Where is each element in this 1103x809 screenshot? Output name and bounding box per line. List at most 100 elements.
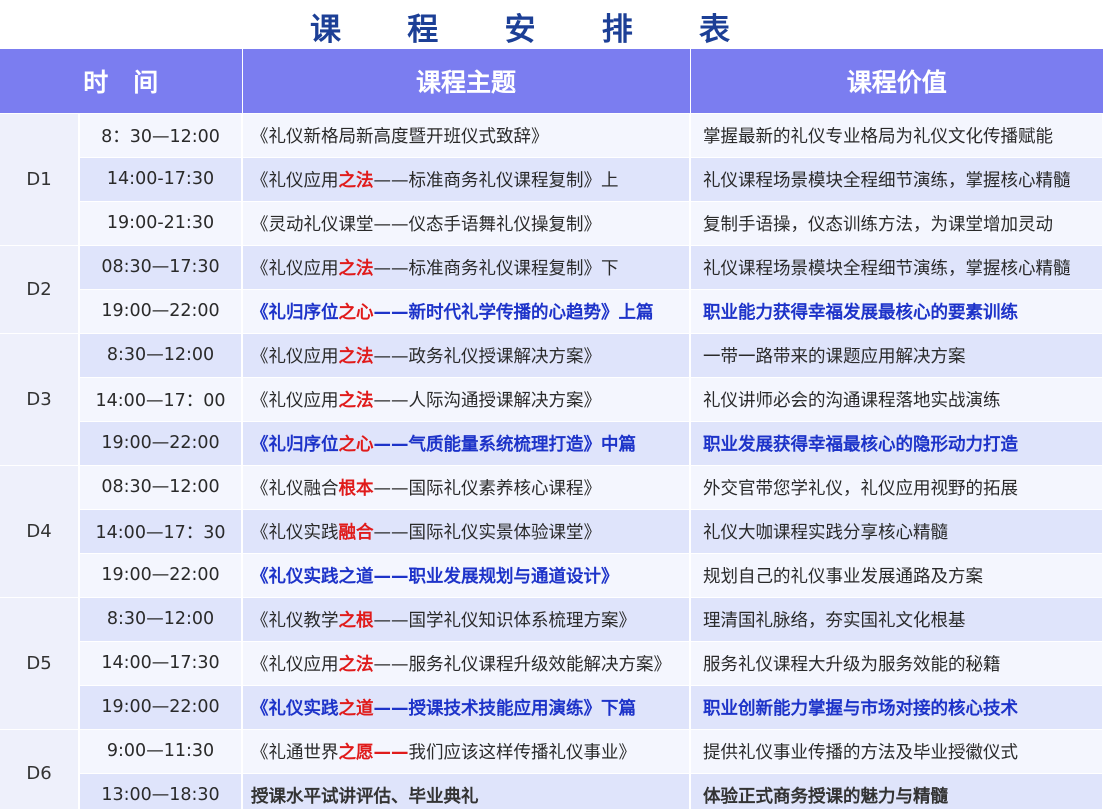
topic-cell: 《礼通世界之愿——我们应该这样传播礼仪事业》 (242, 728, 692, 774)
topic-text: 《礼仪融合 (251, 478, 339, 499)
topic-text-tail: ——标准商务礼仪课程复制》上 (373, 170, 619, 191)
topic-cell: 《礼仪实践融合——国际礼仪实景体验课堂》 (242, 508, 692, 554)
topic-highlight: 之根 (338, 610, 374, 631)
time-cell: 14:00—17：30 (79, 508, 244, 554)
topic-text: 《礼仪应用 (251, 390, 339, 411)
topic-text-tail: ——国际礼仪素养核心课程》 (373, 478, 602, 499)
time-cell: 19:00—22:00 (79, 420, 244, 466)
topic-text-tail: ——国际礼仪实景体验课堂》 (373, 522, 602, 543)
table-row: D2 08:30—17:30 《礼仪应用之法——标准商务礼仪课程复制》下 礼仪课程场景… (0, 244, 1103, 334)
page-title: 课 程 安 排 表 (310, 4, 730, 48)
topic-highlight: 之愿—— (338, 742, 409, 763)
value-cell: 掌握最新的礼仪专业格局为礼仪文化传播赋能 (690, 112, 1103, 158)
value-cell: 外交官带您学礼仪，礼仪应用视野的拓展 (690, 464, 1103, 510)
topic-cell: 《礼仪应用之法——政务礼仪授课解决方案》 (242, 332, 692, 378)
day-label: D4 (0, 464, 80, 598)
time-cell: 19:00—22:00 (79, 552, 244, 598)
topic-text: 《礼通世界 (251, 742, 339, 763)
table-row: D6 9:00—11:30 《礼通世界之愿——我们应该这样传播礼仪事业》 提供礼仪事业… (0, 728, 1103, 809)
topic-highlight: 之法 (338, 346, 374, 367)
title-char: 安 (504, 11, 536, 48)
day-label: D2 (0, 244, 80, 334)
topic-cell: 《礼仪新格局新高度暨开班仪式致辞》 (242, 112, 692, 158)
topic-text: 《礼仪实践之道——职业发展规划与通道设计》 (251, 566, 619, 587)
topic-text: 《礼仪实践 (251, 522, 339, 543)
topic-text-tail: ——政务礼仪授课解决方案》 (373, 346, 602, 367)
header-time: 时 间 (0, 49, 243, 113)
table-row: 19:00—22:00 《礼归序位之心——新时代礼学传播的心趋势》上篇 职业能力获得… (0, 288, 1103, 334)
time-cell: 8:30—12:00 (79, 332, 244, 378)
table-row: 14:00-17:30 《礼仪应用之法——标准商务礼仪课程复制》上 礼仪课程场景模块… (0, 156, 1103, 202)
time-cell: 19:00—22:00 (79, 288, 244, 334)
value-cell: 理清国礼脉络，夯实国礼文化根基 (690, 596, 1103, 642)
topic-cell: 《礼仪应用之法——标准商务礼仪课程复制》下 (242, 244, 692, 290)
topic-text: 《礼仪教学 (251, 610, 339, 631)
topic-text: 《礼仪应用 (251, 654, 339, 675)
table-row: 19:00—22:00 《礼仪实践之道——职业发展规划与通道设计》 规划自己的礼仪事… (0, 552, 1103, 598)
table-row: 14:00—17：30 《礼仪实践融合——国际礼仪实景体验课堂》 礼仪大咖课程实践分… (0, 508, 1103, 554)
topic-highlight: 之道 (338, 698, 374, 719)
table-row: D5 8:30—12:00 《礼仪教学之根——国学礼仪知识体系梳理方案》 理清国礼脉络… (0, 596, 1103, 730)
topic-cell: 《礼归序位之心——新时代礼学传播的心趋势》上篇 (242, 288, 692, 334)
topic-text-tail: 我们应该这样传播礼仪事业》 (408, 742, 637, 763)
value-cell: 提供礼仪事业传播的方法及毕业授徽仪式 (690, 728, 1103, 774)
time-cell: 08:30—17:30 (79, 244, 244, 290)
day-label: D5 (0, 596, 80, 730)
topic-text-tail: ——人际沟通授课解决方案》 (373, 390, 602, 411)
topic-cell: 《礼仪应用之法——服务礼仪课程升级效能解决方案》 (242, 640, 692, 686)
title-char: 课 (310, 11, 341, 48)
topic-cell: 《礼仪应用之法——人际沟通授课解决方案》 (242, 376, 692, 422)
schedule-table: 时 间 课程主题 课程价值 D1 8：30—12:00 《礼仪新格局新高度暨开班仪式… (0, 49, 1103, 809)
value-cell: 职业发展获得幸福最核心的隐形动力打造 (690, 420, 1103, 466)
title-char: 表 (699, 11, 730, 48)
topic-highlight: 之法 (338, 654, 374, 675)
time-cell: 8:30—12:00 (79, 596, 244, 642)
value-cell: 职业能力获得幸福发展最核心的要素训练 (690, 288, 1103, 334)
topic-text: 授课水平试讲评估、毕业典礼 (251, 786, 479, 807)
value-cell: 礼仪课程场景模块全程细节演练，掌握核心精髓 (690, 156, 1103, 202)
topic-highlight: 根本 (338, 478, 374, 499)
topic-highlight: 之法 (338, 258, 374, 279)
topic-cell: 《礼仪实践之道——职业发展规划与通道设计》 (242, 552, 692, 598)
topic-text: 《礼仪应用 (251, 170, 339, 191)
value-cell: 复制手语操，仪态训练方法，为课堂增加灵动 (690, 200, 1103, 246)
time-cell: 14:00—17:30 (79, 640, 244, 686)
title-char: 排 (601, 11, 633, 48)
topic-cell: 《灵动礼仪课堂——仪态手语舞礼仪操复制》 (242, 200, 692, 246)
header-value: 课程价值 (690, 49, 1103, 113)
topic-text-tail: ——新时代礼学传播的心趋势》上篇 (373, 302, 654, 323)
time-cell: 14:00—17：00 (79, 376, 244, 422)
topic-highlight: 之心 (338, 302, 374, 323)
value-cell: 体验正式商务授课的魅力与精髓 (690, 772, 1103, 809)
table-row: 14:00—17:30 《礼仪应用之法——服务礼仪课程升级效能解决方案》 服务礼仪课… (0, 640, 1103, 686)
value-cell: 一带一路带来的课题应用解决方案 (690, 332, 1103, 378)
time-cell: 13:00—18:30 (79, 772, 244, 809)
topic-cell: 《礼仪应用之法——标准商务礼仪课程复制》上 (242, 156, 692, 202)
value-cell: 礼仪讲师必会的沟通课程落地实战演练 (690, 376, 1103, 422)
time-cell: 19:00-21:30 (79, 200, 244, 246)
topic-text-tail: ——气质能量系统梳理打造》中篇 (373, 434, 637, 455)
topic-text-tail: ——服务礼仪课程升级效能解决方案》 (373, 654, 672, 675)
topic-cell: 《礼归序位之心——气质能量系统梳理打造》中篇 (242, 420, 692, 466)
topic-highlight: 之法 (338, 170, 374, 191)
topic-cell: 《礼仪融合根本——国际礼仪素养核心课程》 (242, 464, 692, 510)
value-cell: 服务礼仪课程大升级为服务效能的秘籍 (690, 640, 1103, 686)
day-label: D6 (0, 728, 80, 809)
title-char: 程 (407, 11, 439, 48)
time-cell: 08:30—12:00 (79, 464, 244, 510)
table-row: 19:00—22:00 《礼仪实践之道——授课技术技能应用演练》下篇 职业创新能力掌… (0, 684, 1103, 730)
table-header-row: 时 间 课程主题 课程价值 (0, 49, 1103, 113)
topic-text-tail: ——授课技术技能应用演练》下篇 (373, 698, 637, 719)
value-cell: 规划自己的礼仪事业发展通路及方案 (690, 552, 1103, 598)
table-row: 14:00—17：00 《礼仪应用之法——人际沟通授课解决方案》 礼仪讲师必会的沟通… (0, 376, 1103, 422)
time-cell: 9:00—11:30 (79, 728, 244, 774)
value-cell: 职业创新能力掌握与市场对接的核心技术 (690, 684, 1103, 730)
topic-cell: 《礼仪实践之道——授课技术技能应用演练》下篇 (242, 684, 692, 730)
table-row: 19:00—22:00 《礼归序位之心——气质能量系统梳理打造》中篇 职业发展获得幸… (0, 420, 1103, 466)
topic-text: 《礼仪实践 (251, 698, 339, 719)
topic-text: 《礼归序位 (251, 302, 339, 323)
value-cell: 礼仪大咖课程实践分享核心精髓 (690, 508, 1103, 554)
day-label: D1 (0, 112, 80, 246)
time-cell: 8：30—12:00 (79, 112, 244, 158)
time-cell: 14:00-17:30 (79, 156, 244, 202)
